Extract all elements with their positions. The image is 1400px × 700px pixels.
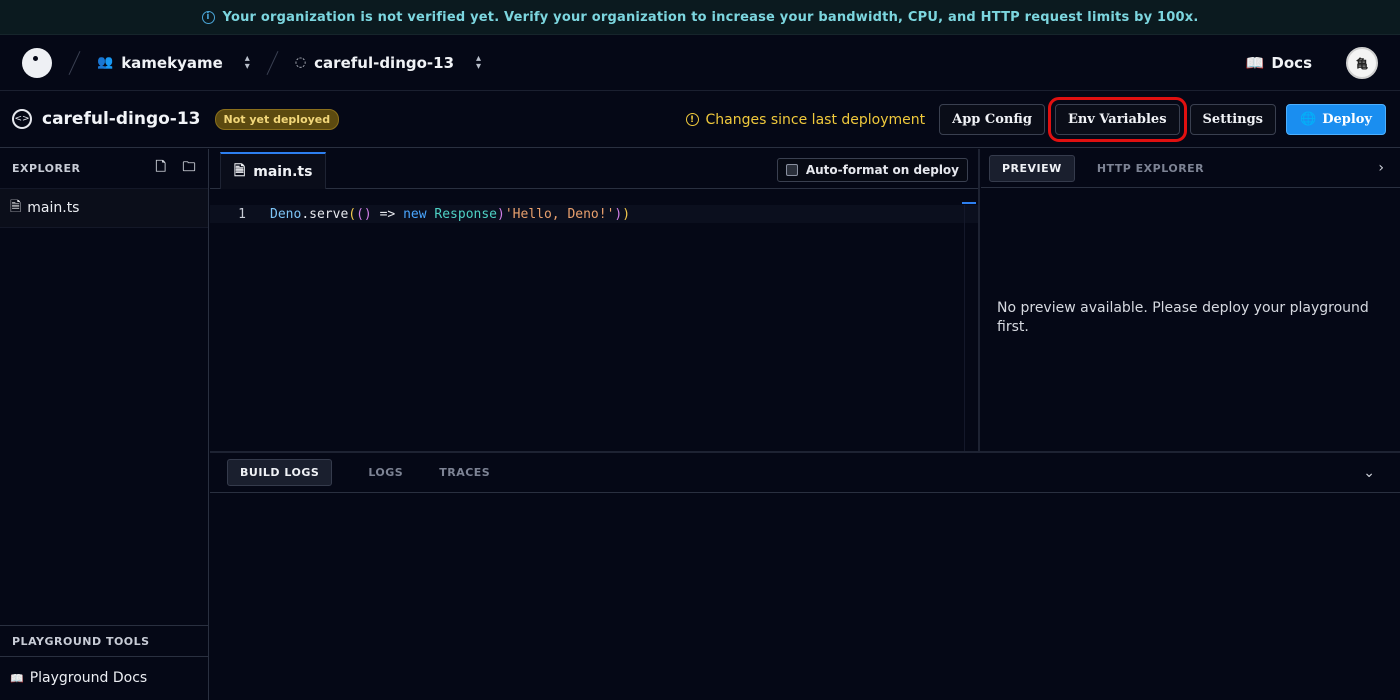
token: ( bbox=[348, 206, 357, 222]
vertical-scrollbar[interactable] bbox=[964, 205, 978, 451]
settings-button[interactable]: Settings bbox=[1189, 104, 1276, 135]
preview-message: No preview available. Please deploy your… bbox=[997, 300, 1369, 335]
book-icon: 📖 bbox=[1245, 54, 1265, 72]
deno-logo-icon[interactable] bbox=[22, 47, 52, 78]
warning-icon: ! bbox=[685, 113, 699, 126]
tab-http-explorer[interactable]: HTTP EXPLORER bbox=[1097, 162, 1204, 175]
preview-tabs: PREVIEW HTTP EXPLORER › bbox=[981, 149, 1400, 188]
verification-banner: i Your organization is not verified yet.… bbox=[0, 0, 1400, 35]
token: ) bbox=[622, 206, 631, 222]
globe-icon: 🌐 bbox=[1300, 112, 1317, 127]
breadcrumb-divider bbox=[266, 50, 279, 75]
info-icon: i bbox=[201, 10, 215, 24]
token: ) bbox=[497, 206, 505, 222]
checkbox-icon bbox=[785, 164, 798, 176]
autoformat-label: Auto-format on deploy bbox=[805, 163, 959, 177]
playground-tools-header: PLAYGROUND TOOLS bbox=[0, 625, 208, 657]
org-switcher[interactable]: 👥 kamekyame ▴ ▾ bbox=[97, 52, 250, 72]
token: Response bbox=[434, 206, 498, 222]
preview-panel: PREVIEW HTTP EXPLORER › No preview avail… bbox=[981, 149, 1400, 451]
breadcrumb-divider bbox=[68, 50, 81, 75]
status-badge: Not yet deployed bbox=[214, 108, 340, 130]
page-title: careful-dingo-13 bbox=[42, 109, 201, 129]
chevron-updown-icon: ▴ ▾ bbox=[476, 52, 482, 72]
avatar[interactable]: 亀 bbox=[1346, 47, 1378, 79]
token: => bbox=[371, 206, 404, 222]
app-config-button[interactable]: App Config bbox=[939, 104, 1045, 135]
file-item-main-ts[interactable]: 🗎 main.ts bbox=[0, 188, 208, 228]
org-name: kamekyame bbox=[121, 53, 223, 72]
changes-indicator: ! Changes since last deployment bbox=[685, 111, 926, 128]
tab-traces[interactable]: TRACES bbox=[439, 466, 490, 479]
tab-label: main.ts bbox=[253, 163, 313, 180]
deploy-label: Deploy bbox=[1322, 112, 1372, 127]
tab-preview[interactable]: PREVIEW bbox=[989, 154, 1075, 182]
tab-logs[interactable]: LOGS bbox=[368, 466, 403, 479]
file-name: main.ts bbox=[27, 200, 80, 216]
token: new bbox=[403, 206, 427, 222]
new-file-icon[interactable]: 🗋 bbox=[156, 158, 167, 180]
token: . bbox=[301, 206, 310, 222]
line-number: 1 bbox=[238, 206, 246, 222]
docs-link[interactable]: 📖 Docs bbox=[1246, 54, 1312, 72]
logs-panel: BUILD LOGS LOGS TRACES ⌄ bbox=[210, 451, 1400, 700]
code-line[interactable]: 1 Deno.serve(() => new Response)'Hello, … bbox=[210, 205, 978, 223]
token: Deno bbox=[270, 206, 302, 222]
book-icon: 📖 bbox=[10, 671, 24, 685]
changes-text: Changes since last deployment bbox=[705, 111, 926, 128]
banner-text: Your organization is not verified yet. V… bbox=[222, 9, 1199, 25]
top-nav: 👥 kamekyame ▴ ▾ ◌ careful-dingo-13 ▴ ▾ 📖 D… bbox=[0, 35, 1400, 91]
project-name: careful-dingo-13 bbox=[314, 53, 455, 72]
chevron-down-icon[interactable]: ⌄ bbox=[1363, 465, 1375, 481]
explorer-panel: EXPLORER 🗋 🗀 🗎 main.ts PLAYGROUND TOOLS … bbox=[0, 149, 209, 700]
code-icon: <> bbox=[12, 109, 32, 129]
project-icon: ◌ bbox=[294, 55, 307, 70]
token: () bbox=[356, 206, 372, 222]
env-variables-button[interactable]: Env Variables bbox=[1047, 97, 1187, 142]
logs-tabs: BUILD LOGS LOGS TRACES ⌄ bbox=[210, 453, 1400, 493]
token: serve bbox=[309, 206, 349, 222]
code-text[interactable]: Deno.serve(() => new Response)'Hello, De… bbox=[270, 207, 630, 222]
new-folder-icon[interactable]: 🗀 bbox=[182, 158, 196, 180]
tab-build-logs[interactable]: BUILD LOGS bbox=[227, 459, 333, 486]
chevron-right-icon[interactable]: › bbox=[1378, 160, 1384, 176]
playground-docs-label: Playground Docs bbox=[29, 670, 148, 686]
scroll-indicator bbox=[962, 202, 976, 204]
playground-docs-link[interactable]: 📖 Playground Docs bbox=[0, 665, 208, 691]
file-icon: 🗎 bbox=[234, 162, 246, 179]
autoformat-checkbox[interactable]: Auto-format on deploy bbox=[776, 158, 968, 182]
project-bar: <> careful-dingo-13 Not yet deployed ! C… bbox=[0, 91, 1400, 148]
explorer-header: EXPLORER 🗋 🗀 bbox=[0, 149, 208, 188]
code-editor: 🗎 main.ts Auto-format on deploy 1 Deno.s… bbox=[210, 149, 980, 451]
editor-tabs: 🗎 main.ts Auto-format on deploy bbox=[210, 149, 978, 189]
users-icon: 👥 bbox=[97, 55, 114, 70]
token: 'Hello, Deno!' bbox=[504, 206, 615, 222]
file-icon: 🗎 bbox=[10, 199, 22, 215]
explorer-title: EXPLORER bbox=[12, 162, 81, 175]
project-switcher[interactable]: ◌ careful-dingo-13 ▴ ▾ bbox=[294, 52, 482, 72]
chevron-updown-icon: ▴ ▾ bbox=[244, 52, 250, 72]
docs-label: Docs bbox=[1271, 54, 1312, 72]
tab-main-ts[interactable]: 🗎 main.ts bbox=[220, 152, 327, 189]
deploy-button[interactable]: 🌐 Deploy bbox=[1286, 104, 1386, 135]
